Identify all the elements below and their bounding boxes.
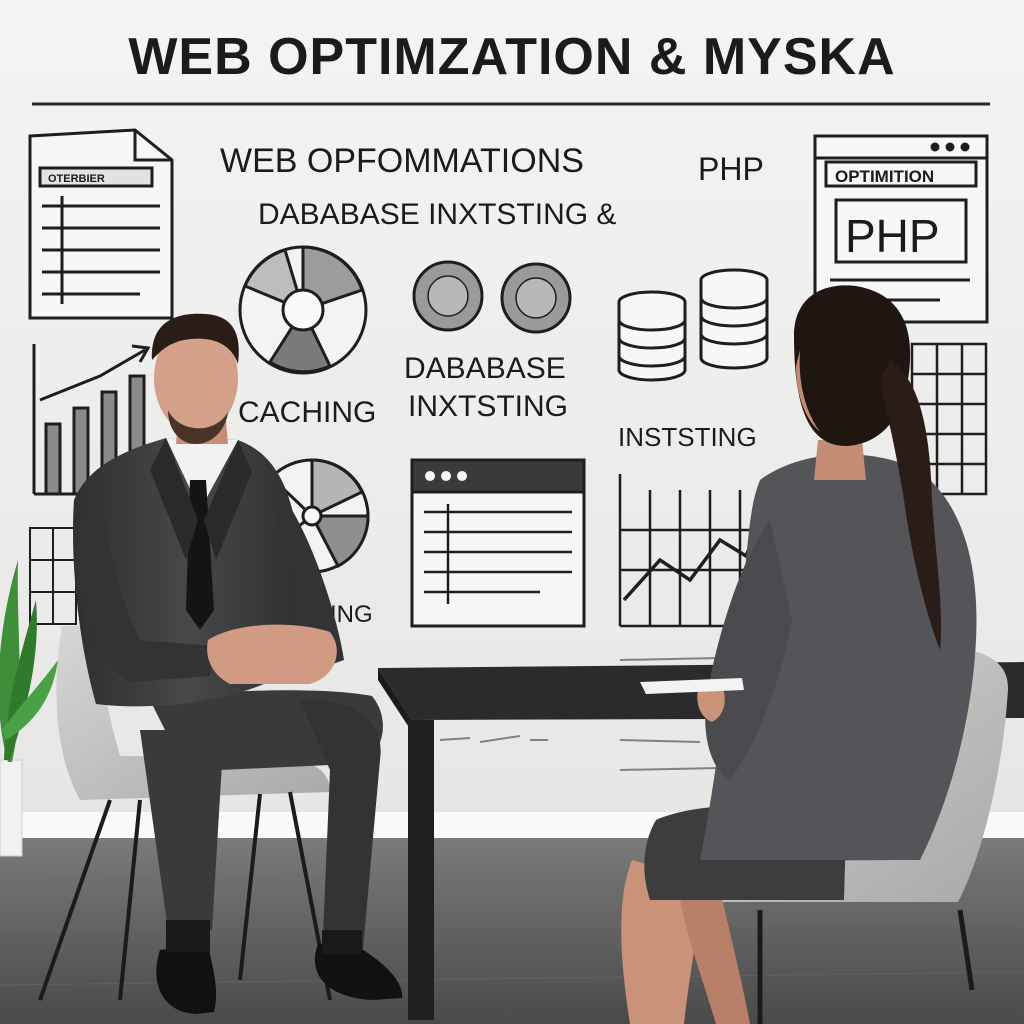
scene-illustration: WEB OPTIMZATION & MYSKA WEB OPFOMMATIONS… [0, 0, 1024, 1024]
php-window-body: PHP [845, 210, 940, 262]
database-label-2: INXTSTING [408, 390, 568, 423]
interview-scene: WEB OPTIMZATION & MYSKA WEB OPFOMMATIONS… [0, 0, 1024, 1024]
browser-window-icon [410, 458, 586, 628]
doc-label: OTERBIER [48, 173, 105, 185]
database-label-1: DABABASE [404, 352, 566, 385]
headline: WEB OPTIMZATION & MYSKA [128, 28, 895, 86]
partial-label: ING [330, 601, 373, 628]
heading-2: DABABASE INXTSTING & [258, 198, 616, 231]
php-window-title: OPTIMITION [835, 167, 934, 186]
document-icon [28, 128, 174, 320]
heading-1-php: PHP [698, 151, 764, 187]
caching-label: CACHING [238, 396, 376, 429]
pie-chart-icon [238, 245, 368, 375]
heading-1: WEB OPFOMMATIONS [220, 142, 584, 180]
indexing-label: INSTSTING [618, 422, 757, 452]
